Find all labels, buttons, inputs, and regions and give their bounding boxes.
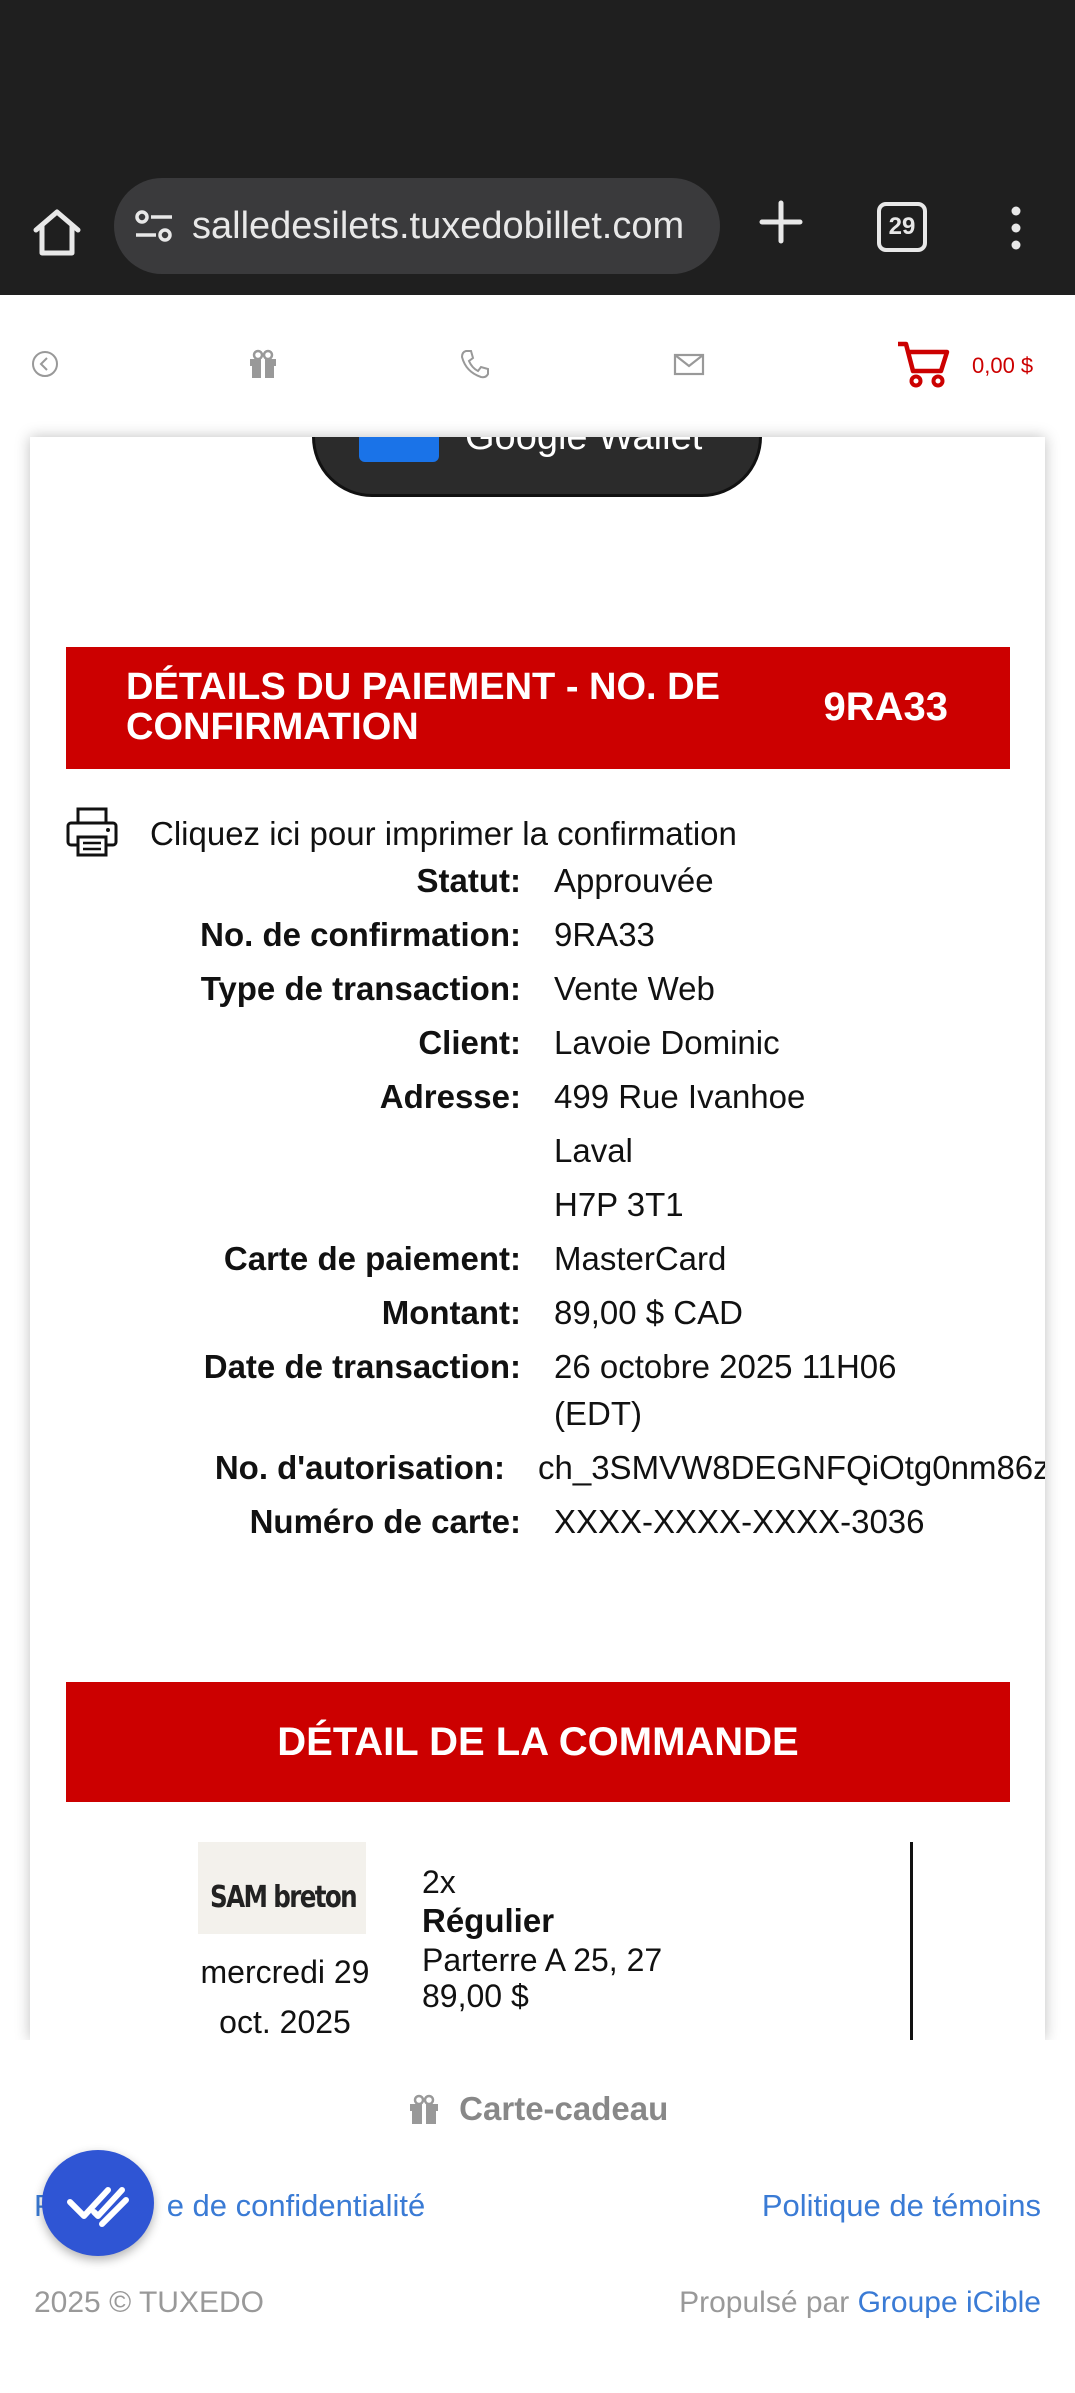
ticket-quantity: 2x [422, 1864, 456, 1900]
detail-value: Approuvée [554, 862, 714, 899]
new-tab-icon[interactable] [756, 197, 806, 247]
detail-value: Lavoie Dominic [554, 1024, 780, 1061]
privacy-suffix[interactable]: e de confidentialité [167, 2188, 426, 2223]
detail-value: 89,00 $ CAD [554, 1294, 743, 1331]
detail-value: MasterCard [554, 1240, 727, 1277]
order-details-banner: DÉTAIL DE LA COMMANDE [66, 1682, 1010, 1802]
printer-icon[interactable] [66, 807, 118, 857]
gift-card-link[interactable]: Carte-cadeau [0, 2090, 1075, 2128]
status-bar [0, 0, 1075, 165]
site-footer: Carte-cadeau Pe de confidentialité Polit… [0, 2040, 1075, 2393]
detail-value: ch_3SMVW8DEGNFQiOtg0nm86z [538, 1449, 1045, 1486]
detail-value: Laval [554, 1132, 633, 1169]
payment-details-title: DÉTAILS DU PAIEMENT - NO. DE CONFIRMATIO… [126, 666, 720, 748]
tab-switcher-button[interactable]: 29 [877, 202, 927, 252]
gift-icon[interactable] [246, 347, 280, 381]
ticket-type: Régulier [422, 1902, 555, 1939]
event-thumbnail-text: SAM breton [210, 1880, 358, 1915]
gift-card-label[interactable]: Carte-cadeau [459, 2090, 668, 2128]
detail-label: Client: [418, 1024, 521, 1061]
detail-label: Type de transaction: [200, 970, 521, 1007]
ticket-price: 89,00 $ [422, 1978, 529, 2014]
gift-icon [407, 2093, 441, 2125]
copyright: 2025 © TUXEDO [34, 2286, 264, 2319]
more-menu-icon[interactable] [1004, 205, 1028, 251]
site-settings-icon[interactable] [134, 208, 174, 244]
google-wallet-button[interactable]: Google Wallet [312, 437, 762, 497]
payment-details-banner: DÉTAILS DU PAIEMENT - NO. DE CONFIRMATIO… [66, 647, 1010, 769]
detail-value: (EDT) [554, 1395, 642, 1432]
detail-value: H7P 3T1 [554, 1186, 684, 1223]
wallet-icon [359, 437, 439, 462]
browser-toolbar: salledesilets.tuxedobillet.com 29 [0, 165, 1075, 295]
site-nav: 0,00 $ [0, 295, 1075, 437]
detail-value: 9RA33 [554, 916, 655, 953]
powered-prefix: Propulsé par [679, 2286, 858, 2319]
ticket-seats: Parterre A 25, 27 [422, 1942, 663, 1978]
detail-value: Vente Web [554, 970, 715, 1007]
detail-label: No. de confirmation: [200, 916, 521, 953]
event-date-line1: mercredi 29 [200, 1954, 370, 1990]
event-thumbnail[interactable]: SAM breton [198, 1842, 366, 1934]
accessibility-fab-button[interactable] [42, 2150, 154, 2256]
phone-icon[interactable] [458, 347, 492, 381]
url-text[interactable]: salledesilets.tuxedobillet.com [192, 178, 684, 274]
detail-label: Date de transaction: [203, 1348, 521, 1385]
detail-label: Numéro de carte: [249, 1503, 521, 1540]
detail-label: No. d'autorisation: [214, 1449, 505, 1486]
powered-by: Propulsé par Groupe iCible [679, 2286, 1041, 2320]
cart-icon[interactable] [895, 339, 951, 389]
event-date-line2: oct. 2025 [219, 2004, 351, 2040]
url-bar[interactable]: salledesilets.tuxedobillet.com [114, 178, 720, 274]
detail-value: 499 Rue Ivanhoe [554, 1078, 806, 1115]
divider [910, 1842, 913, 2040]
home-icon[interactable] [28, 203, 86, 261]
mail-icon[interactable] [672, 347, 706, 381]
detail-label: Carte de paiement: [223, 1240, 521, 1277]
detail-label: Montant: [381, 1294, 521, 1331]
confirmation-card: Google Wallet DÉTAILS DU PAIEMENT - NO. … [30, 437, 1045, 2040]
groupe-icible-link[interactable]: Groupe iCible [858, 2286, 1041, 2319]
detail-label: Adresse: [379, 1078, 521, 1115]
back-circle-icon[interactable] [28, 347, 62, 381]
cart-total[interactable]: 0,00 $ [972, 353, 1033, 379]
detail-value: 26 octobre 2025 11H06 [554, 1348, 897, 1385]
detail-value: XXXX-XXXX-XXXX-3036 [554, 1503, 925, 1540]
event-date: mercredi 29 oct. 2025 [160, 1947, 410, 2040]
double-check-icon [67, 2187, 129, 2227]
cookie-policy-link[interactable]: Politique de témoins [762, 2188, 1041, 2224]
confirmation-code: 9RA33 [823, 685, 948, 729]
wallet-label: Google Wallet [465, 437, 703, 458]
detail-label: Statut: [416, 862, 521, 899]
print-link-text[interactable]: Cliquez ici pour imprimer la confirmatio… [150, 815, 737, 853]
